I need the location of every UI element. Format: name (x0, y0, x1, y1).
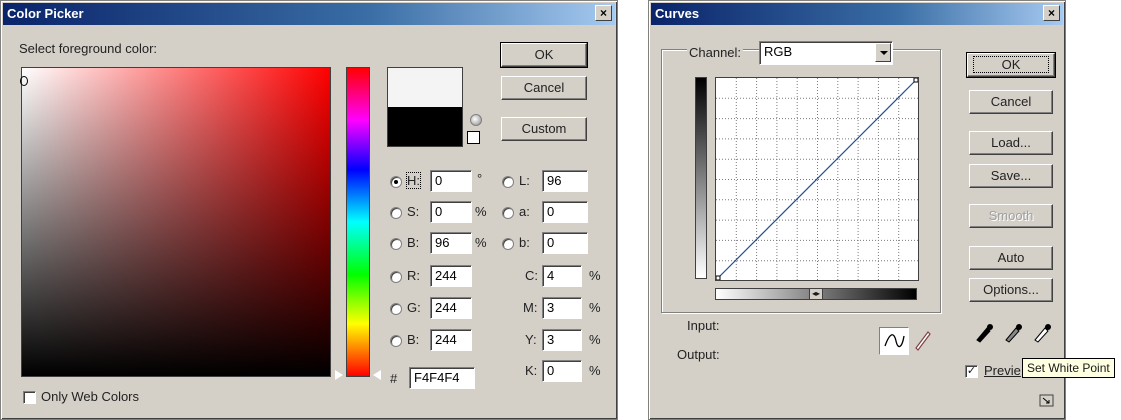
gradient-toggle-icon[interactable]: ◂▸ (809, 288, 823, 300)
smooth-button[interactable]: Smooth (969, 204, 1053, 228)
curves-dialog: Curves × Channel: RGB ◂▸ Input: Output: … (648, 0, 1066, 420)
green-input[interactable]: 244 (430, 297, 472, 319)
label-b: B: (407, 235, 420, 250)
channel-label: Channel: (687, 45, 744, 60)
hue-unit: ° (477, 171, 483, 186)
close-icon[interactable]: × (595, 5, 612, 21)
custom-button[interactable]: Custom (501, 117, 587, 141)
output-label: Output: (677, 347, 720, 362)
yellow-unit: % (589, 332, 601, 347)
preview-label: Previe (984, 363, 1021, 378)
preview-checkbox[interactable]: ✓ (965, 365, 978, 378)
label-blue: B: (407, 332, 420, 347)
save-button[interactable]: Save... (969, 164, 1053, 188)
hex-label: # (390, 371, 398, 386)
expand-icon[interactable] (1039, 394, 1055, 408)
old-color-swatch[interactable] (387, 107, 463, 147)
label-lab-b: b: (519, 235, 530, 250)
ok-button-label: OK (972, 56, 1050, 73)
curves-title: Curves (655, 6, 700, 21)
black-unit: % (589, 363, 601, 378)
label-c: C: (525, 268, 538, 283)
curve-tool-button[interactable] (879, 327, 909, 355)
lightness-input[interactable]: 96 (542, 170, 588, 192)
label-l: L: (519, 173, 530, 188)
select-color-prompt: Select foreground color: (19, 41, 158, 56)
a-channel-input[interactable]: 0 (542, 201, 588, 223)
label-m: M: (523, 300, 538, 315)
white-point-eyedropper-icon[interactable] (1031, 320, 1053, 344)
magenta-input[interactable]: 3 (542, 297, 582, 319)
radio-h[interactable] (390, 176, 402, 188)
only-web-colors-checkbox[interactable] (23, 391, 36, 404)
color-picker-title: Color Picker (7, 6, 84, 21)
hue-slider-left-arrow[interactable] (335, 370, 343, 380)
input-label: Input: (687, 318, 720, 333)
chevron-down-icon[interactable] (875, 43, 891, 62)
radio-r[interactable] (390, 271, 402, 283)
gray-point-eyedropper-icon[interactable] (1002, 320, 1024, 344)
hex-input[interactable]: F4F4F4 (409, 367, 475, 389)
red-input[interactable]: 244 (430, 265, 472, 287)
hue-slider[interactable] (346, 67, 370, 377)
saturation-unit: % (475, 204, 487, 219)
brightness-input[interactable]: 96 (430, 232, 472, 254)
channel-value: RGB (764, 44, 793, 59)
radio-s[interactable] (390, 207, 402, 219)
cancel-button[interactable]: Cancel (501, 76, 587, 100)
color-field[interactable] (20, 67, 331, 377)
new-color-swatch (387, 67, 463, 107)
label-s: S: (407, 204, 420, 219)
curve-tool-icon (884, 334, 905, 348)
black-point-eyedropper-icon[interactable] (973, 320, 995, 344)
auto-button[interactable]: Auto (969, 246, 1053, 270)
magenta-unit: % (589, 300, 601, 315)
hue-input[interactable]: 0 (430, 170, 472, 192)
cancel-button[interactable]: Cancel (969, 90, 1053, 114)
radio-b[interactable] (390, 238, 402, 250)
color-picker-titlebar[interactable]: Color Picker (3, 3, 615, 25)
radio-blue[interactable] (390, 335, 402, 347)
label-g: G: (407, 300, 421, 315)
options-button[interactable]: Options... (969, 278, 1053, 302)
black-input[interactable]: 0 (542, 360, 582, 382)
only-web-colors-label: Only Web Colors (41, 389, 140, 404)
cyan-unit: % (589, 268, 601, 283)
cyan-input[interactable]: 4 (542, 265, 582, 287)
curve-line[interactable] (717, 79, 917, 279)
blue-input[interactable]: 244 (430, 329, 472, 351)
radio-a[interactable] (502, 207, 514, 219)
saturation-input[interactable]: 0 (430, 201, 472, 223)
web-safe-color-swatch[interactable] (467, 131, 480, 144)
tooltip: Set White Point (1022, 358, 1115, 378)
ok-button[interactable]: OK (966, 52, 1056, 78)
b-channel-input[interactable]: 0 (542, 232, 588, 254)
radio-g[interactable] (390, 303, 402, 315)
output-gradient-bar (695, 77, 707, 279)
ok-button[interactable]: OK (500, 42, 588, 68)
input-gradient-bar[interactable]: ◂▸ (715, 288, 917, 300)
curve-point-black[interactable] (716, 275, 721, 280)
curves-titlebar[interactable]: Curves (651, 3, 1063, 25)
label-y: Y: (525, 332, 537, 347)
color-picker-dialog: Color Picker × Select foreground color: … (0, 0, 618, 420)
label-k: K: (525, 363, 538, 378)
brightness-unit: % (475, 235, 487, 250)
yellow-input[interactable]: 3 (542, 329, 582, 351)
hue-slider-right-arrow[interactable] (373, 370, 381, 380)
channel-select[interactable]: RGB (759, 41, 893, 65)
radio-l[interactable] (502, 176, 514, 188)
curves-graph[interactable] (715, 77, 919, 281)
radio-lab-b[interactable] (502, 238, 514, 250)
color-field-cursor[interactable] (20, 76, 28, 86)
curve-point-white[interactable] (913, 78, 918, 83)
web-safe-cube-icon[interactable] (470, 114, 482, 126)
close-icon[interactable]: × (1043, 5, 1060, 21)
load-button[interactable]: Load... (969, 131, 1053, 155)
label-a: a: (519, 204, 530, 219)
label-r: R: (407, 268, 420, 283)
curves-grid (716, 78, 918, 280)
label-h: H: (406, 172, 421, 189)
pencil-tool-icon[interactable] (911, 327, 933, 353)
